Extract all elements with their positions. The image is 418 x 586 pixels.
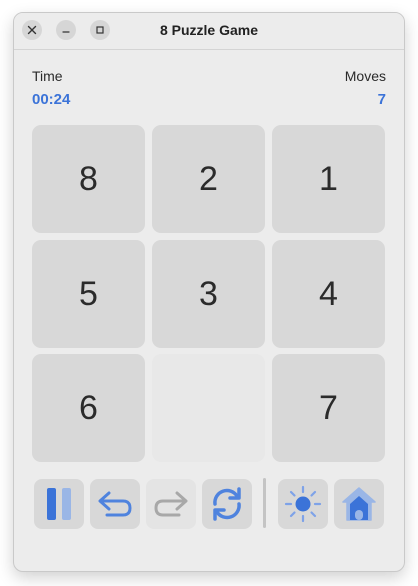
moves-value: 7	[377, 91, 386, 108]
toolbar-divider	[263, 478, 266, 528]
tile-1[interactable]: 8	[32, 125, 145, 233]
undo-button[interactable]	[90, 479, 140, 529]
moves-label: Moves	[344, 68, 386, 84]
tile-3[interactable]: 1	[272, 125, 385, 233]
pause-button[interactable]	[34, 479, 84, 529]
refresh-button[interactable]	[202, 479, 252, 529]
tile-4[interactable]: 5	[32, 240, 145, 348]
refresh-icon	[213, 487, 241, 521]
theme-button[interactable]	[278, 479, 328, 529]
tile-6[interactable]: 4	[272, 240, 385, 348]
window-title: 8 Puzzle Game	[159, 22, 259, 38]
time-value: 00:24	[32, 91, 71, 108]
tile-2[interactable]: 2	[152, 125, 265, 233]
redo-button[interactable]	[146, 479, 196, 529]
tile-5[interactable]: 3	[152, 240, 265, 348]
sun-icon	[284, 485, 322, 523]
undo-icon	[98, 491, 132, 517]
app-window: 8 Puzzle Game Time 00:24 Moves 7 8 2 1 5…	[13, 12, 405, 572]
tile-7[interactable]: 6	[32, 354, 145, 462]
pause-icon	[47, 488, 71, 520]
empty-tile[interactable]	[152, 354, 265, 462]
home-icon	[342, 487, 376, 521]
title-bar: 8 Puzzle Game	[14, 13, 404, 50]
puzzle-board: 8 2 1 5 3 4 6 7	[32, 125, 388, 463]
time-label: Time	[32, 68, 63, 84]
tile-9[interactable]: 7	[272, 354, 385, 462]
home-button[interactable]	[334, 479, 384, 529]
redo-icon	[154, 491, 188, 517]
